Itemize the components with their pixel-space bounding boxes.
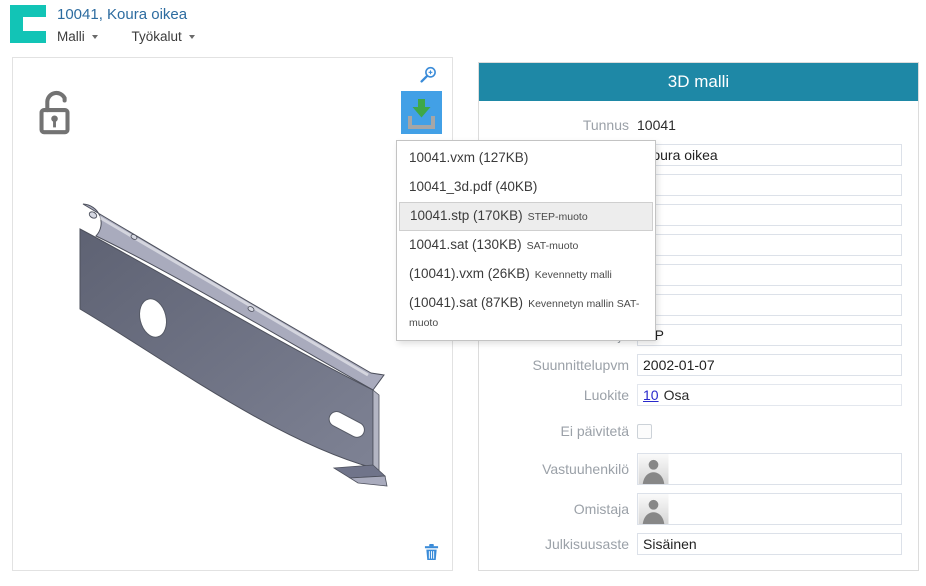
- download-option-sat[interactable]: 10041.sat (130KB)SAT-muoto: [397, 231, 655, 260]
- chevron-down-icon: [92, 35, 98, 39]
- menubar: Malli Työkalut: [57, 29, 225, 44]
- suunnittelupvm-input[interactable]: [637, 354, 902, 376]
- field-input-5[interactable]: [637, 294, 902, 316]
- model-bottom-flange-light: [350, 476, 387, 486]
- omistaja-field: [637, 493, 902, 525]
- chevron-down-icon: [189, 35, 195, 39]
- nimi-input[interactable]: [637, 144, 902, 166]
- person-avatar-icon: [638, 494, 669, 524]
- field-row-vastuuhenkilo: Vastuuhenkilö: [479, 453, 918, 485]
- download-button[interactable]: [401, 91, 442, 134]
- field-row-tunnus: Tunnus 10041: [479, 117, 918, 133]
- ei-paiviteta-checkbox[interactable]: [637, 424, 652, 439]
- vastuuhenkilo-field: [637, 453, 902, 485]
- suunnittelija-input[interactable]: [637, 324, 902, 346]
- model-viewer-panel[interactable]: [12, 57, 453, 571]
- tunnus-value: 10041: [637, 117, 676, 133]
- luokite-field: 10 Osa: [637, 384, 902, 406]
- luokite-value: Osa: [664, 387, 690, 403]
- app-logo: [10, 5, 46, 43]
- panel-title: 3D malli: [479, 63, 918, 101]
- julkisuusaste-input[interactable]: [637, 533, 902, 555]
- omistaja-input[interactable]: [669, 494, 901, 524]
- luokite-link[interactable]: 10: [643, 387, 659, 403]
- field-input-2[interactable]: [637, 204, 902, 226]
- model-right-edge: [373, 390, 379, 472]
- field-row-omistaja: Omistaja: [479, 493, 918, 525]
- 3d-model-canvas[interactable]: [13, 58, 454, 572]
- download-icon: [401, 91, 442, 134]
- menu-tyokalut[interactable]: Työkalut: [132, 29, 195, 44]
- field-input-4[interactable]: [637, 264, 902, 286]
- download-option-sat-light[interactable]: (10041).sat (87KB)Kevennetyn mallin SAT-…: [397, 289, 655, 337]
- zoom-in-icon[interactable]: [420, 66, 437, 83]
- download-option-vxm-light[interactable]: (10041).vxm (26KB)Kevennetty malli: [397, 260, 655, 289]
- download-menu: 10041.vxm (127KB) 10041_3d.pdf (40KB) 10…: [396, 140, 656, 341]
- menu-malli[interactable]: Malli: [57, 29, 98, 44]
- field-row-luokite: Luokite 10 Osa: [479, 384, 918, 406]
- download-option-pdf[interactable]: 10041_3d.pdf (40KB): [397, 173, 655, 202]
- unlock-icon[interactable]: [33, 87, 77, 137]
- delete-icon[interactable]: [424, 543, 439, 561]
- field-row-ei-paiviteta: Ei päivitetä: [479, 423, 918, 439]
- vastuuhenkilo-input[interactable]: [669, 454, 901, 484]
- download-option-stp[interactable]: 10041.stp (170KB)STEP-muoto: [399, 202, 653, 231]
- field-row-julkisuusaste: Julkisuusaste: [479, 533, 918, 555]
- page-title: 10041, Koura oikea: [57, 6, 187, 23]
- person-avatar-icon: [638, 454, 669, 484]
- field-input-1[interactable]: [637, 174, 902, 196]
- field-row-suunnittelupvm: Suunnittelupvm: [479, 354, 918, 376]
- field-input-3[interactable]: [637, 234, 902, 256]
- download-option-vxm[interactable]: 10041.vxm (127KB): [397, 144, 655, 173]
